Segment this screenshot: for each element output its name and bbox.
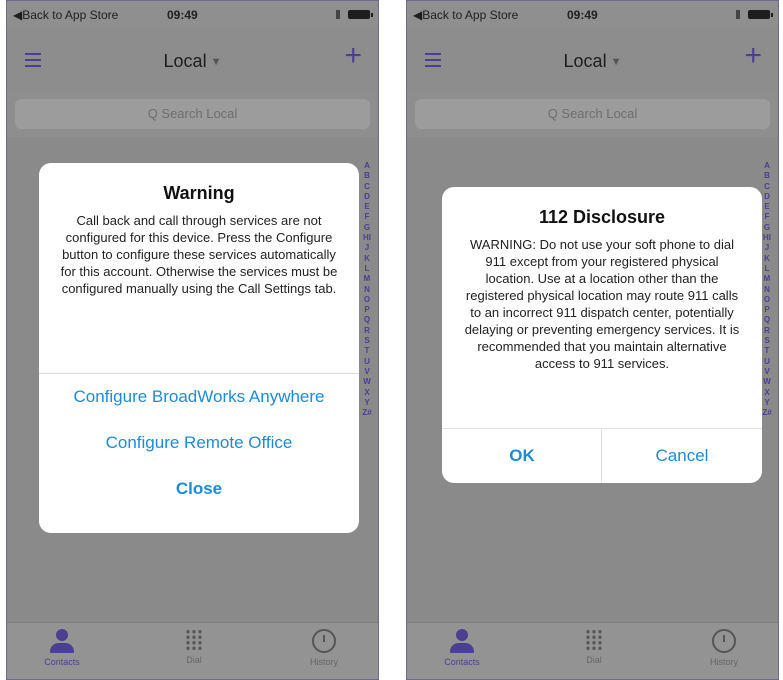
status-bar: ◀Back to App Store 09:49: [407, 1, 778, 29]
history-icon: [289, 629, 359, 653]
tab-history-label: History: [709, 657, 738, 667]
directory-selector[interactable]: Local ▼: [7, 51, 378, 72]
tab-history-label: History: [309, 657, 338, 667]
back-to-app-store-link[interactable]: ◀Back to App Store: [413, 8, 518, 22]
ok-button[interactable]: OK: [442, 429, 602, 483]
search-input[interactable]: Q Search Local: [15, 99, 370, 129]
nav-bar: Local ▼ +: [407, 29, 778, 91]
phone-screen-right: ◀Back to App Store 09:49 Local ▼ + Q Sear…: [406, 0, 779, 680]
tab-contacts[interactable]: Contacts: [427, 629, 497, 667]
keypad-icon: [559, 629, 629, 651]
dialog-message: WARNING: Do not use your soft phone to d…: [464, 237, 740, 371]
configure-remote-office-button[interactable]: Configure Remote Office: [39, 420, 359, 466]
tab-contacts[interactable]: Contacts: [27, 629, 97, 667]
alphabet-index[interactable]: ABCDEFGHIJKLMNOPQRSTUVWXYZ#: [362, 161, 372, 418]
chevron-down-icon: ▼: [610, 56, 622, 68]
directory-selector[interactable]: Local ▼: [407, 51, 778, 72]
dialog-title: Warning: [163, 183, 235, 203]
person-icon: [427, 629, 497, 653]
cancel-button[interactable]: Cancel: [601, 429, 762, 483]
close-button[interactable]: Close: [39, 466, 359, 512]
search-input[interactable]: Q Search Local: [415, 99, 770, 129]
status-time: 09:49: [567, 8, 598, 22]
person-icon: [27, 629, 97, 653]
add-contact-button[interactable]: +: [744, 39, 762, 73]
tab-bar: Contacts Dial History: [407, 622, 778, 679]
tab-dial-label: Dial: [586, 655, 602, 665]
dialog-title: 112 Disclosure: [538, 207, 666, 227]
tab-history[interactable]: History: [289, 629, 359, 667]
disclosure-dialog: 112 Disclosure WARNING: Do not use your …: [442, 187, 762, 483]
tab-dial[interactable]: Dial: [559, 629, 629, 665]
chevron-down-icon: ▼: [210, 56, 222, 68]
dialog-actions: Configure BroadWorks Anywhere Configure …: [39, 373, 359, 512]
nav-bar: Local ▼ +: [7, 29, 378, 91]
back-to-app-store-link[interactable]: ◀Back to App Store: [13, 8, 118, 22]
tab-contacts-label: Contacts: [444, 657, 480, 667]
warning-dialog: Warning Call back and call through servi…: [39, 163, 359, 533]
alphabet-index[interactable]: ABCDEFGHIJKLMNOPQRSTUVWXYZ#: [762, 161, 772, 418]
battery-icon: [748, 10, 773, 19]
history-icon: [689, 629, 759, 653]
configure-broadworks-anywhere-button[interactable]: Configure BroadWorks Anywhere: [39, 374, 359, 420]
status-bar: ◀Back to App Store 09:49: [7, 1, 378, 29]
tab-bar: Contacts Dial History: [7, 622, 378, 679]
signal-icon: [336, 10, 340, 19]
tab-contacts-label: Contacts: [44, 657, 80, 667]
add-contact-button[interactable]: +: [344, 39, 362, 73]
battery-icon: [348, 10, 373, 19]
tab-history[interactable]: History: [689, 629, 759, 667]
status-time: 09:49: [167, 8, 198, 22]
signal-icon: [736, 10, 740, 19]
directory-title: Local: [563, 51, 607, 71]
tab-dial[interactable]: Dial: [159, 629, 229, 665]
dialog-message: Call back and call through services are …: [60, 213, 338, 296]
dialog-actions: OK Cancel: [442, 428, 762, 483]
directory-title: Local: [163, 51, 207, 71]
keypad-icon: [159, 629, 229, 651]
tab-dial-label: Dial: [186, 655, 202, 665]
phone-screen-left: ◀Back to App Store 09:49 Local ▼ + Q Sear…: [6, 0, 379, 680]
